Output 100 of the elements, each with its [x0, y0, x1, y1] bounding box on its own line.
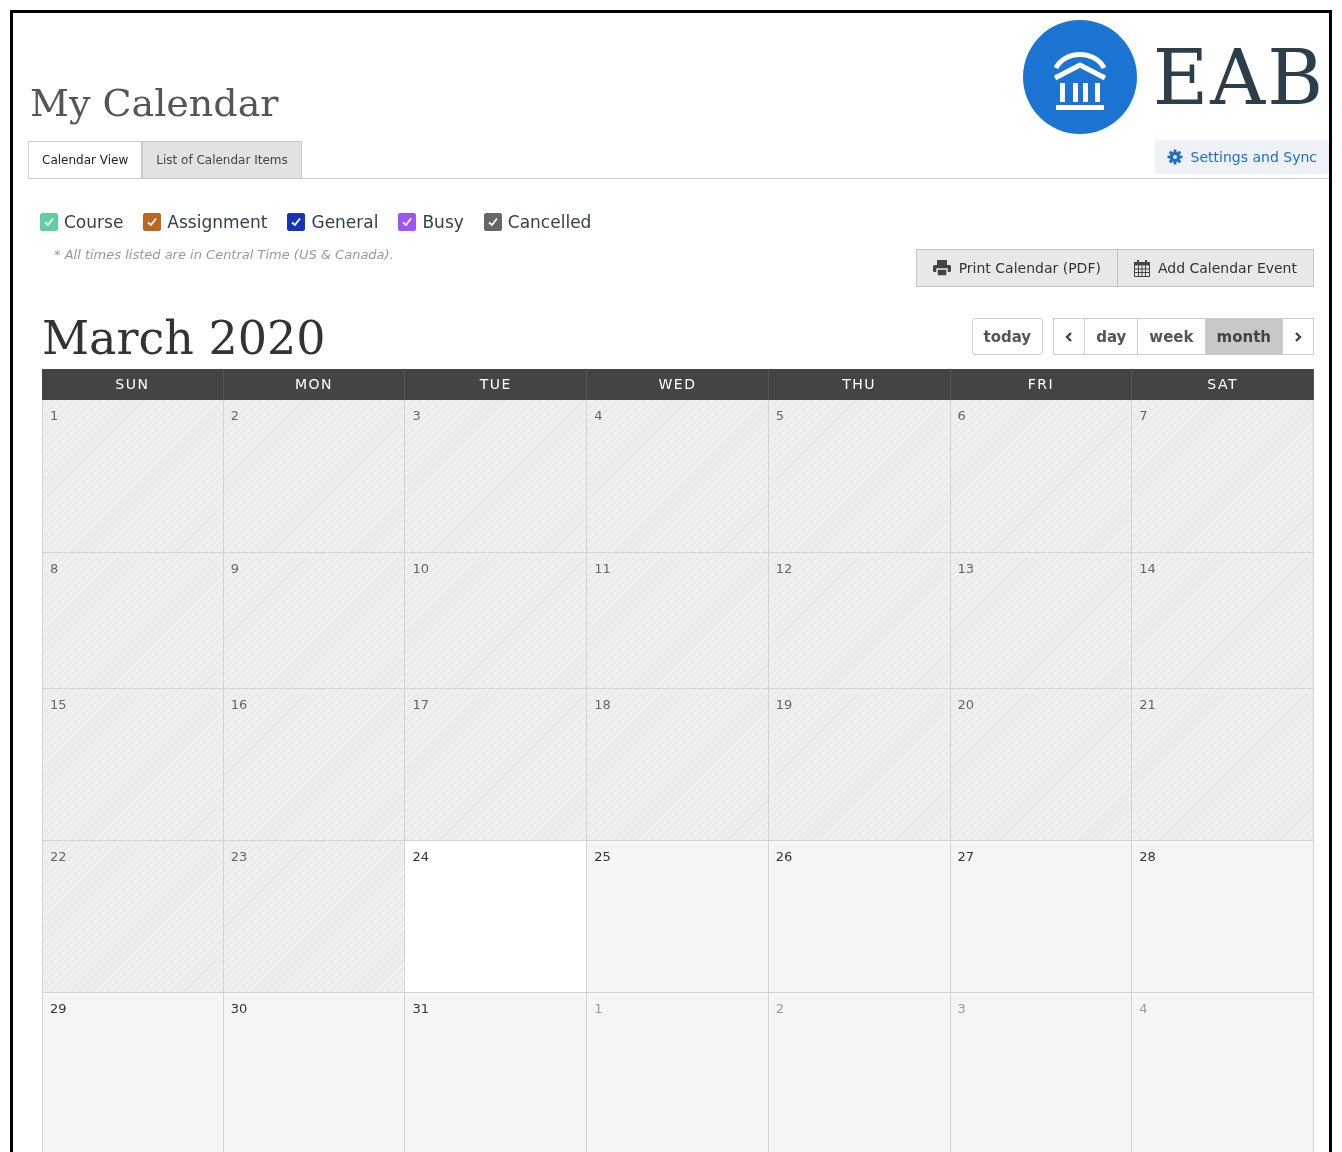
day-number: 21: [1139, 697, 1156, 712]
day-cell[interactable]: 14: [1132, 553, 1314, 689]
day-number: 13: [957, 561, 975, 576]
day-cell[interactable]: 23: [223, 841, 406, 993]
day-cell[interactable]: 8: [42, 553, 224, 689]
action-button[interactable]: Add Calendar Event: [1117, 249, 1314, 287]
day-cell[interactable]: 24: [405, 841, 588, 993]
next-button[interactable]: [1283, 318, 1314, 355]
day-number: 27: [957, 849, 975, 864]
day-cell[interactable]: 5: [768, 400, 951, 553]
day-number: 1: [50, 408, 59, 423]
day-cell[interactable]: 2: [768, 993, 951, 1152]
day-number: 8: [50, 561, 59, 576]
day-number: 3: [412, 408, 421, 423]
checkbox[interactable]: [143, 213, 162, 231]
day-cell[interactable]: 20: [950, 689, 1133, 841]
day-cell[interactable]: 12: [768, 553, 951, 689]
logo-wordmark: EAB: [1152, 32, 1325, 122]
checkmark-icon: [146, 216, 159, 228]
legend-label[interactable]: Course: [64, 212, 124, 232]
tab[interactable]: Calendar View: [28, 141, 143, 178]
today-button[interactable]: today: [971, 318, 1044, 355]
day-number: 20: [957, 697, 975, 712]
legend-label[interactable]: Cancelled: [507, 212, 592, 232]
day-cell[interactable]: 13: [950, 553, 1133, 689]
settings-button[interactable]: Settings and Sync: [1154, 140, 1329, 174]
day-cell[interactable]: 17: [405, 689, 588, 841]
day-number: 12: [775, 561, 793, 576]
day-cell[interactable]: 9: [223, 553, 406, 689]
day-cell[interactable]: 21: [1132, 689, 1314, 841]
legend-label[interactable]: General: [311, 212, 379, 232]
day-cell[interactable]: 10: [405, 553, 588, 689]
action-button[interactable]: Print Calendar (PDF): [915, 249, 1118, 287]
chevron-left-icon: [1065, 331, 1074, 342]
day-number: 15: [50, 697, 67, 712]
checkbox[interactable]: [287, 213, 306, 231]
day-cell[interactable]: 7: [1132, 400, 1314, 553]
checkmark-icon: [401, 216, 414, 228]
day-number: 28: [1139, 849, 1156, 864]
day-cell[interactable]: 29: [42, 993, 224, 1152]
day-number: 2: [230, 408, 239, 423]
day-number: 14: [1139, 561, 1156, 576]
day-cell[interactable]: 15: [42, 689, 224, 841]
weekday-header: MON: [223, 369, 406, 400]
checkbox[interactable]: [398, 213, 417, 231]
day-number: 4: [1139, 1001, 1148, 1016]
month-title: March 2020: [42, 311, 326, 365]
day-number: 11: [594, 561, 611, 576]
view-button[interactable]: day: [1085, 318, 1139, 355]
day-cell[interactable]: 4: [1132, 993, 1314, 1152]
day-number: 24: [412, 849, 429, 864]
weekday-header: SAT: [1132, 369, 1314, 400]
weekday-header: SUN: [42, 369, 224, 400]
checkbox[interactable]: [483, 213, 502, 231]
day-number: 9: [230, 561, 239, 576]
day-number: 30: [230, 1001, 248, 1016]
day-cell[interactable]: 18: [587, 689, 769, 841]
day-number: 18: [594, 697, 611, 712]
day-cell[interactable]: 28: [1132, 841, 1314, 993]
day-number: 31: [412, 1001, 429, 1016]
previous-button[interactable]: [1053, 318, 1086, 355]
view-button[interactable]: week: [1138, 318, 1206, 355]
tab[interactable]: List of Calendar Items: [142, 141, 302, 178]
day-cell[interactable]: 25: [587, 841, 769, 993]
checkbox[interactable]: [40, 213, 58, 231]
day-cell[interactable]: 1: [42, 400, 224, 553]
day-cell[interactable]: 16: [223, 689, 406, 841]
day-cell[interactable]: 1: [587, 993, 769, 1152]
day-cell[interactable]: 2: [223, 400, 406, 553]
timezone-note: * All times listed are in Central Time (US & Canada).: [54, 247, 395, 262]
building-logo-icon: [1022, 20, 1137, 134]
weekday-header: THU: [768, 369, 951, 400]
day-number: 19: [775, 697, 793, 712]
checkmark-icon: [486, 216, 499, 228]
settings-icon: [1166, 149, 1183, 165]
day-number: 16: [230, 697, 248, 712]
day-number: 6: [957, 408, 966, 423]
legend-label[interactable]: Assignment: [167, 212, 268, 232]
day-cell[interactable]: 22: [42, 841, 224, 993]
day-number: 17: [412, 697, 429, 712]
legend-label[interactable]: Busy: [422, 212, 464, 232]
day-cell[interactable]: 19: [768, 689, 951, 841]
weekday-header: FRI: [950, 369, 1133, 400]
day-cell[interactable]: 31: [405, 993, 588, 1152]
view-button[interactable]: month: [1205, 318, 1283, 355]
day-number: 7: [1139, 408, 1148, 423]
chevron-right-icon: [1294, 331, 1302, 342]
day-cell[interactable]: 26: [768, 841, 951, 993]
day-cell[interactable]: 11: [587, 553, 769, 689]
day-cell[interactable]: 4: [587, 400, 769, 553]
day-cell[interactable]: 27: [950, 841, 1133, 993]
day-number: 10: [412, 561, 429, 576]
day-cell[interactable]: 6: [950, 400, 1133, 553]
day-cell[interactable]: 30: [223, 993, 406, 1152]
checkmark-icon: [290, 216, 303, 228]
day-number: 23: [230, 849, 248, 864]
weekday-header: TUE: [405, 369, 588, 400]
day-cell[interactable]: 3: [950, 993, 1133, 1152]
weekday-header: WED: [587, 369, 769, 400]
day-cell[interactable]: 3: [405, 400, 588, 553]
